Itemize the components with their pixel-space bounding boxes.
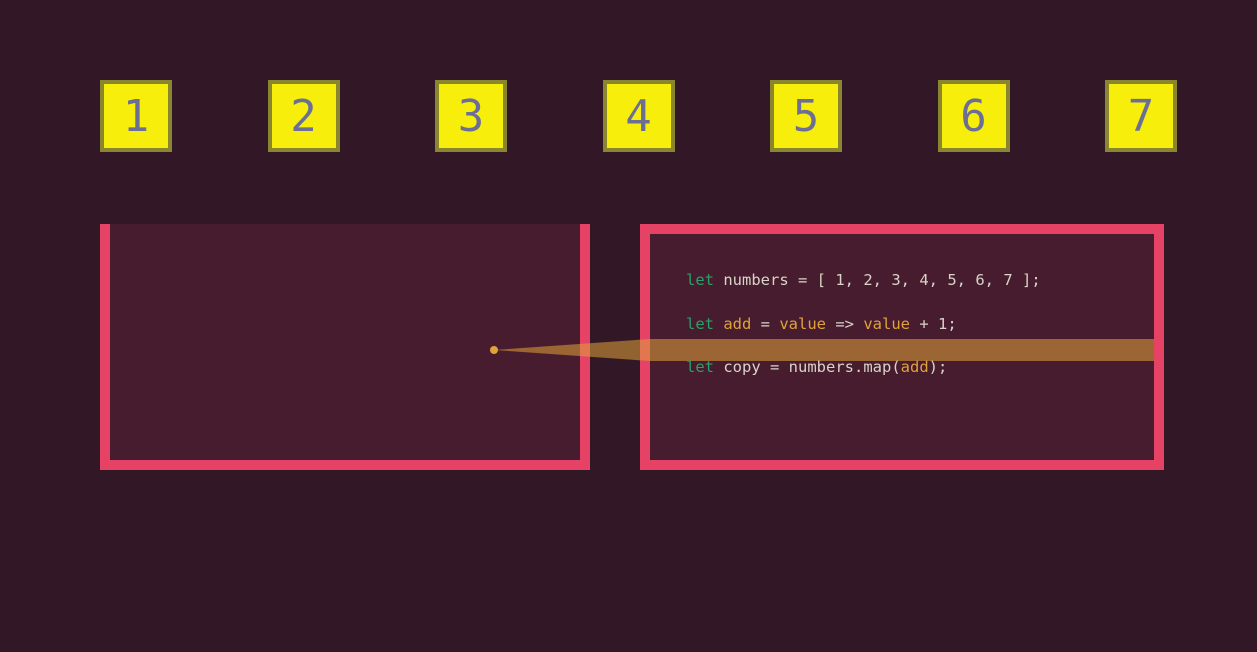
number-box-6: 6	[938, 80, 1010, 152]
code-line-3: let copy = numbers.map(add);	[686, 357, 1128, 379]
call-open: = numbers.map(	[761, 358, 901, 376]
code-line-1: let numbers = [ 1, 2, 3, 4, 5, 6, 7 ];	[686, 270, 1128, 292]
number-box-4: 4	[603, 80, 675, 152]
punct-open: = [	[789, 271, 836, 289]
call-close: );	[929, 358, 948, 376]
arrow: =>	[826, 315, 863, 333]
number-box-2: 2	[268, 80, 340, 152]
number-box-7: 7	[1105, 80, 1177, 152]
param-value-use: value	[863, 315, 910, 333]
numbers-row: 1 2 3 4 5 6 7	[100, 80, 1177, 152]
number-box-3: 3	[435, 80, 507, 152]
output-panel	[100, 224, 590, 470]
number-box-5: 5	[770, 80, 842, 152]
array-values: 1, 2, 3, 4, 5, 6, 7	[835, 271, 1012, 289]
var-add: add	[723, 315, 751, 333]
keyword-let: let	[686, 358, 714, 376]
number-box-1: 1	[100, 80, 172, 152]
var-numbers: numbers	[723, 271, 788, 289]
punct-eq: =	[751, 315, 779, 333]
code-line-2: let add = value => value + 1;	[686, 314, 1128, 336]
arg-add: add	[901, 358, 929, 376]
keyword-let: let	[686, 271, 714, 289]
var-copy: copy	[723, 358, 760, 376]
punct-close: ];	[1013, 271, 1041, 289]
param-value: value	[779, 315, 826, 333]
expr-rest: + 1;	[910, 315, 957, 333]
keyword-let: let	[686, 315, 714, 333]
